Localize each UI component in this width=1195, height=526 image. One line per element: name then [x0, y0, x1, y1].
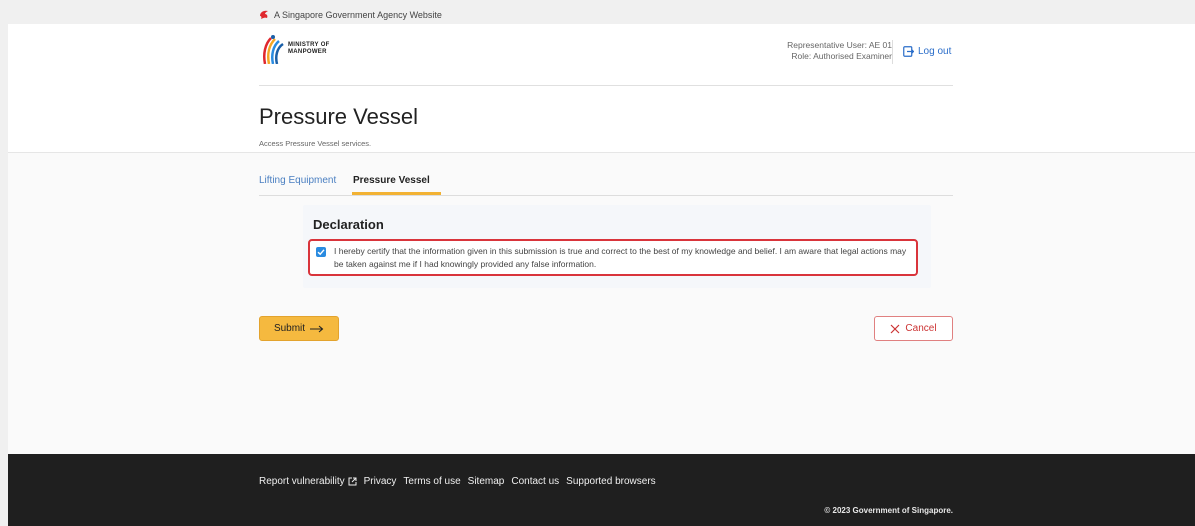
- government-masthead: A Singapore Government Agency Website: [8, 8, 1195, 24]
- submit-label: Submit: [273, 323, 306, 334]
- footer-link-sitemap[interactable]: Sitemap: [468, 476, 505, 487]
- site-footer: Report vulnerability Privacy Terms of us…: [8, 454, 1195, 526]
- service-tabs: Lifting Equipment Pressure Vessel: [259, 165, 953, 196]
- external-link-icon: [348, 477, 357, 486]
- logo-line-1: MINISTRY OF: [288, 42, 330, 48]
- copyright: © 2023 Government of Singapore.: [824, 506, 953, 515]
- user-info: Representative User: AE 01 Role: Authori…: [787, 40, 892, 62]
- header-divider: [892, 40, 893, 64]
- logout-icon: [903, 46, 914, 57]
- mom-logo[interactable]: MINISTRY OF MANPOWER: [259, 34, 330, 64]
- representative-user: Representative User: AE 01: [787, 40, 892, 50]
- check-icon: [317, 249, 325, 256]
- arrow-right-icon: [310, 325, 324, 332]
- tab-lifting-equipment[interactable]: Lifting Equipment: [259, 175, 336, 186]
- page: A Singapore Government Agency Website MI…: [8, 8, 1195, 526]
- close-icon: [890, 324, 900, 333]
- user-role: Role: Authorised Examiner: [791, 51, 892, 61]
- page-subtitle: Access Pressure Vessel services.: [259, 139, 372, 148]
- logo-text: MINISTRY OF MANPOWER: [288, 42, 330, 56]
- mom-logo-icon: [263, 35, 284, 64]
- tab-pressure-vessel[interactable]: Pressure Vessel: [353, 175, 430, 186]
- footer-link-supported-browsers[interactable]: Supported browsers: [566, 476, 656, 487]
- lion-head-icon: [259, 10, 269, 20]
- submit-button[interactable]: Submit: [259, 316, 339, 341]
- logo-line-2: MANPOWER: [288, 49, 327, 55]
- declaration-panel: Declaration I hereby certify that the in…: [303, 205, 931, 288]
- active-tab-indicator: [352, 192, 441, 195]
- masthead-content: A Singapore Government Agency Website: [259, 10, 442, 20]
- footer-link-privacy[interactable]: Privacy: [364, 476, 397, 487]
- cancel-label: Cancel: [905, 323, 937, 334]
- footer-link-report-vulnerability[interactable]: Report vulnerability: [259, 476, 357, 487]
- masthead-text: A Singapore Government Agency Website: [274, 10, 442, 20]
- footer-links: Report vulnerability Privacy Terms of us…: [259, 476, 656, 487]
- logout-button[interactable]: Log out: [903, 46, 951, 57]
- declaration-checkbox[interactable]: [316, 247, 326, 257]
- declaration-title: Declaration: [313, 217, 384, 232]
- footer-link-terms[interactable]: Terms of use: [403, 476, 460, 487]
- header-rule: [259, 85, 953, 86]
- declaration-text: I hereby certify that the information gi…: [334, 246, 907, 269]
- cancel-button[interactable]: Cancel: [874, 316, 953, 341]
- footer-link-label: Report vulnerability: [259, 476, 345, 487]
- page-title: Pressure Vessel: [259, 104, 418, 129]
- site-header: MINISTRY OF MANPOWER Representative User…: [8, 24, 1195, 153]
- declaration-box: I hereby certify that the information gi…: [308, 239, 918, 276]
- footer-link-contact[interactable]: Contact us: [511, 476, 559, 487]
- logout-label: Log out: [918, 46, 952, 57]
- main-content: Lifting Equipment Pressure Vessel Declar…: [8, 153, 1195, 454]
